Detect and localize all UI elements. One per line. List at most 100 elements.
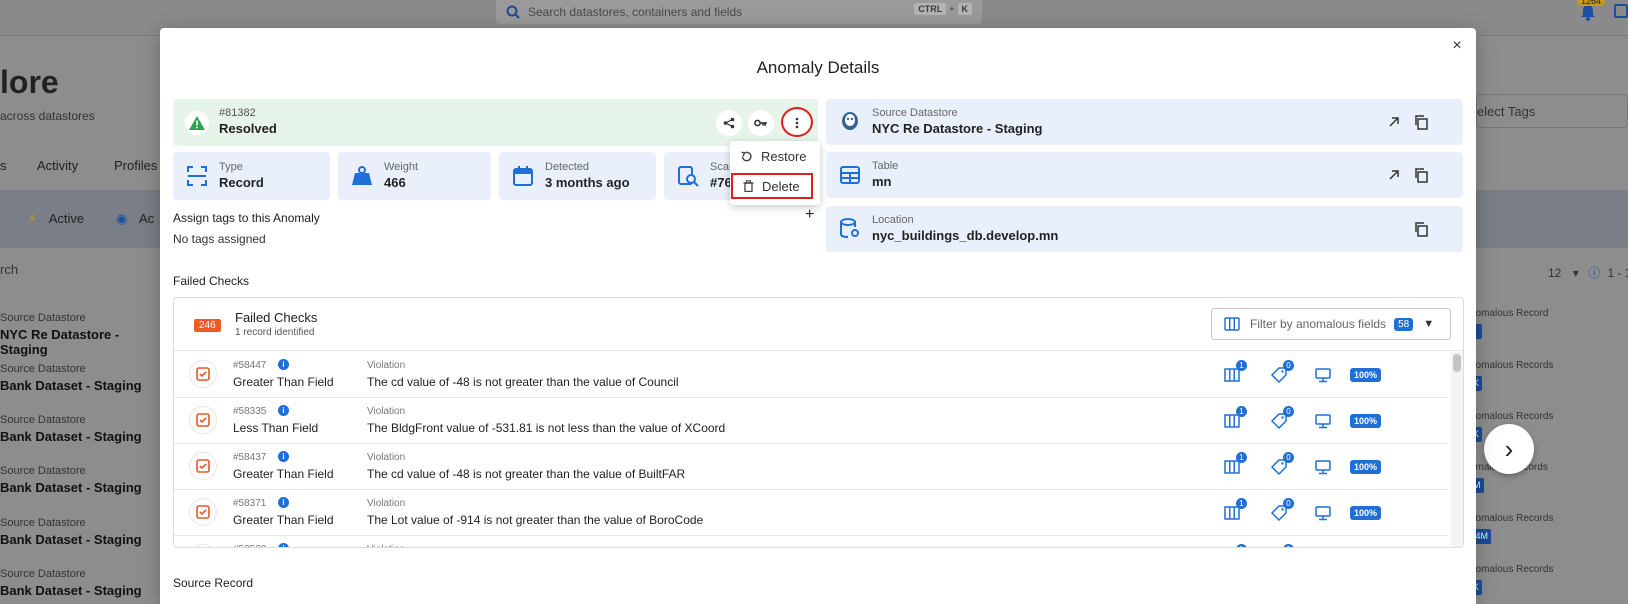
weight-label: Weight xyxy=(384,161,419,173)
database-location-icon xyxy=(840,218,859,238)
share-button[interactable] xyxy=(716,110,742,136)
monitor-icon[interactable] xyxy=(1314,504,1332,522)
source-datastore-value: NYC Re Datastore - Staging xyxy=(872,121,1043,136)
tag-icon[interactable]: 0 xyxy=(1270,360,1294,384)
failed-checks-section-label: Failed Checks xyxy=(173,274,250,288)
tab-partial[interactable]: s xyxy=(0,158,7,173)
fields-icon[interactable]: 1 xyxy=(1223,452,1247,476)
list-item[interactable]: Source Datastore Bank Dataset - Staging xyxy=(0,568,160,598)
table-row[interactable]: #58437 i Greater Than Field Violation Th… xyxy=(174,444,1448,490)
table-row[interactable]: #58447 i Greater Than Field Violation Th… xyxy=(174,352,1448,398)
page-size-select[interactable]: 12 xyxy=(1548,266,1561,280)
right-list-label: nomalous Record xyxy=(1470,308,1549,319)
external-link-icon[interactable] xyxy=(1386,167,1402,183)
list-item[interactable]: Source Datastore Bank Dataset - Staging xyxy=(0,414,160,444)
eye-icon: ◉ xyxy=(116,211,128,226)
fields-icon[interactable]: 1 xyxy=(1223,360,1247,384)
key-button[interactable] xyxy=(748,110,774,136)
tag-icon[interactable]: 0 xyxy=(1270,498,1294,522)
close-icon[interactable]: × xyxy=(1449,38,1465,54)
coverage-badge: 100% xyxy=(1350,460,1382,474)
shortcut-hint: CTRL + K xyxy=(914,3,972,15)
next-button[interactable]: › xyxy=(1484,424,1534,474)
right-list-item[interactable]: nomalous Records .4M xyxy=(1470,513,1628,544)
chevron-down-icon: ▼ xyxy=(1423,318,1435,330)
check-type: Greater Than Field xyxy=(233,375,334,389)
detected-card: Detected 3 months ago xyxy=(499,152,656,200)
weight-value: 466 xyxy=(384,175,406,190)
modal-title: Anomaly Details xyxy=(756,58,880,77)
table-row[interactable]: #58335 i Less Than Field Violation The B… xyxy=(174,398,1448,444)
type-label: Type xyxy=(219,161,243,173)
table-icon xyxy=(840,166,860,184)
right-list-item[interactable]: nomalous Record xyxy=(1470,308,1628,344)
scrollbar-thumb[interactable] xyxy=(1453,354,1461,372)
source-datastore-card: Source Datastore NYC Re Datastore - Stag… xyxy=(826,99,1463,145)
info-icon[interactable]: i xyxy=(278,497,289,508)
global-search[interactable]: Search datastores, containers and fields… xyxy=(496,0,982,24)
fields-count: 1 xyxy=(1236,544,1247,547)
filter-ack[interactable]: ◉ Ac xyxy=(116,211,154,227)
more-options-menu: Restore Delete xyxy=(730,141,820,205)
weight-card: Weight 466 xyxy=(338,152,491,200)
delete-menu-item[interactable]: Delete xyxy=(731,173,813,199)
list-item[interactable]: Source Datastore Bank Dataset - Staging xyxy=(0,517,160,547)
coverage-badge: 100% xyxy=(1350,414,1382,428)
check-id: #58335 xyxy=(233,406,267,417)
add-tag-button[interactable]: + xyxy=(805,206,814,224)
info-icon[interactable]: i xyxy=(278,543,289,547)
scrollbar[interactable] xyxy=(1451,352,1463,547)
failed-checks-count-badge: 246 xyxy=(194,319,221,332)
info-icon[interactable]: i xyxy=(278,405,289,416)
pager: 12 ▾ ⓘ 1 - 1 xyxy=(1548,264,1628,281)
scan-search-icon xyxy=(678,166,699,187)
fields-icon[interactable]: 1 xyxy=(1223,406,1247,430)
check-type: Less Than Field xyxy=(233,421,319,435)
list-item-value: NYC Re Datastore - Staging xyxy=(0,327,120,357)
fields-icon[interactable]: 1 xyxy=(1223,498,1247,522)
filter-active[interactable]: ⚡ Active xyxy=(28,211,84,227)
tab-profiles[interactable]: Profiles xyxy=(114,158,157,173)
chevron-right-icon: › xyxy=(1504,433,1514,464)
tag-icon[interactable]: 0 xyxy=(1270,406,1294,430)
table-card: Table mn xyxy=(826,152,1463,198)
monitor-icon[interactable] xyxy=(1314,458,1332,476)
bolt-icon: ⚡ xyxy=(28,211,38,226)
calendar-icon xyxy=(513,166,533,186)
copy-icon[interactable] xyxy=(1413,221,1429,237)
fields-count: 1 xyxy=(1236,360,1247,371)
detected-value: 3 months ago xyxy=(545,175,630,190)
right-list-label: nomalous Records xyxy=(1470,513,1554,524)
monitor-icon[interactable] xyxy=(1314,412,1332,430)
right-list-item[interactable]: nomalous Records K xyxy=(1470,360,1628,391)
more-options-highlight xyxy=(781,107,813,137)
check-id: #58447 xyxy=(233,360,267,371)
info-icon[interactable]: i xyxy=(278,359,289,370)
table-row[interactable]: #58532 i Violation 1 0 xyxy=(174,536,1448,547)
menu-icon[interactable] xyxy=(1614,4,1628,18)
copy-icon[interactable] xyxy=(1413,114,1429,130)
right-list-item[interactable]: nomalous Records K xyxy=(1470,564,1628,595)
failed-checks-header: 246 Failed Checks 1 record identified Fi… xyxy=(174,298,1463,351)
tag-icon[interactable]: 0 xyxy=(1270,452,1294,476)
monitor-icon[interactable] xyxy=(1314,366,1332,384)
select-tags-input[interactable]: elect Tags xyxy=(1476,94,1628,128)
violation-label: Violation xyxy=(367,360,406,371)
external-link-icon[interactable] xyxy=(1386,114,1402,130)
pager-range: 1 - 1 xyxy=(1607,266,1628,280)
list-search-input[interactable]: rch xyxy=(0,262,18,277)
check-icon xyxy=(189,360,217,388)
info-icon[interactable]: i xyxy=(278,451,289,462)
list-item[interactable]: Source Datastore NYC Re Datastore - Stagi… xyxy=(0,312,160,357)
fields-count: 1 xyxy=(1236,406,1247,417)
tab-activity[interactable]: Activity xyxy=(37,158,78,173)
restore-menu-item[interactable]: Restore xyxy=(730,143,820,169)
list-item[interactable]: Source Datastore Bank Dataset - Staging xyxy=(0,465,160,495)
table-label: Table xyxy=(872,160,899,172)
scan-value: #76 xyxy=(710,175,732,190)
copy-icon[interactable] xyxy=(1413,167,1429,183)
anomalous-fields-filter[interactable]: Filter by anomalous fields 58 ▼ xyxy=(1211,308,1451,340)
list-item[interactable]: Source Datastore Bank Dataset - Staging xyxy=(0,363,160,393)
tags-count: 0 xyxy=(1283,544,1294,547)
table-row[interactable]: #58371 i Greater Than Field Violation Th… xyxy=(174,490,1448,536)
